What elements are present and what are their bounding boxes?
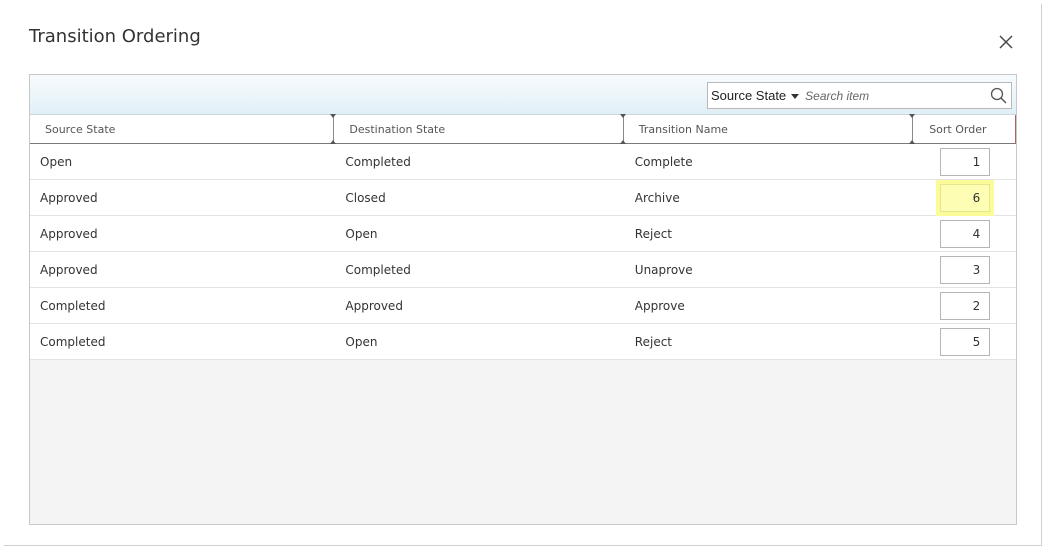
transition-name-cell: Reject [634, 334, 672, 349]
column-header-label: Sort Order [929, 122, 987, 136]
source-state-cell: Approved [40, 262, 98, 277]
transitions-grid: Source State Source State Destin [29, 74, 1017, 525]
search-icon [990, 87, 1007, 104]
transition-name-cell: Approve [634, 298, 685, 313]
table-row[interactable]: Approved Closed Archive [30, 180, 1016, 216]
table-row[interactable]: Approved Completed Unaprove [30, 252, 1016, 288]
transition-ordering-dialog: Transition Ordering Source State Search … [4, 4, 1042, 546]
sort-order-input[interactable] [940, 183, 991, 212]
source-state-cell: Open [40, 154, 73, 169]
sort-order-input[interactable] [940, 219, 991, 248]
sort-order-cell [914, 216, 1016, 251]
source-state-cell: Completed [40, 298, 106, 313]
destination-state-cell: Open [345, 334, 378, 349]
search-field-label: Source State [711, 88, 787, 103]
column-header-transition-name[interactable]: Transition Name [624, 114, 916, 144]
search-button[interactable] [985, 83, 1011, 108]
transition-name-cell: Complete [634, 154, 693, 169]
transition-name-cell: Unaprove [634, 262, 693, 277]
source-state-cell: Approved [40, 226, 98, 241]
column-header-sort-order[interactable]: Sort Order [913, 115, 1016, 143]
column-header-label: Transition Name [638, 122, 728, 136]
transition-name-cell: Reject [634, 226, 672, 241]
table-row[interactable]: Open Completed Complete [30, 144, 1016, 180]
sort-order-input[interactable] [940, 291, 991, 320]
sort-order-input[interactable] [940, 147, 991, 176]
source-state-cell: Approved [40, 190, 98, 205]
column-header-label: Source State [45, 122, 116, 136]
destination-state-cell: Closed [345, 190, 386, 205]
grid-body: Open Completed Complete Approved Closed … [30, 144, 1016, 360]
chevron-down-icon [791, 93, 800, 99]
destination-state-cell: Completed [345, 262, 411, 277]
sort-order-cell [914, 144, 1016, 179]
source-state-cell: Completed [40, 334, 106, 349]
column-header-destination-state[interactable]: Destination State [334, 114, 626, 144]
destination-state-cell: Completed [345, 154, 411, 169]
table-row[interactable]: Approved Open Reject [30, 216, 1016, 252]
sort-order-cell [914, 288, 1016, 323]
grid-header: Source State Destination State Transitio… [30, 114, 1016, 144]
column-header-label: Destination State [349, 122, 446, 136]
close-icon [999, 35, 1013, 49]
sort-order-input[interactable] [940, 255, 991, 284]
search-field-dropdown[interactable]: Source State [708, 88, 805, 103]
sort-order-cell [914, 324, 1016, 359]
destination-state-cell: Open [345, 226, 378, 241]
table-row[interactable]: Completed Approved Approve [30, 288, 1016, 324]
search-box: Source State [707, 82, 1012, 109]
column-header-source-state[interactable]: Source State [30, 114, 337, 144]
search-input[interactable] [805, 83, 985, 108]
dialog-title: Transition Ordering [29, 26, 201, 47]
close-button[interactable] [995, 31, 1017, 53]
destination-state-cell: Approved [345, 298, 403, 313]
sort-order-cell [914, 252, 1016, 287]
sort-order-input[interactable] [940, 327, 991, 356]
grid-toolbar: Source State [30, 75, 1016, 115]
table-row[interactable]: Completed Open Reject [30, 324, 1016, 360]
sort-order-cell [914, 180, 1016, 215]
transition-name-cell: Archive [634, 190, 680, 205]
